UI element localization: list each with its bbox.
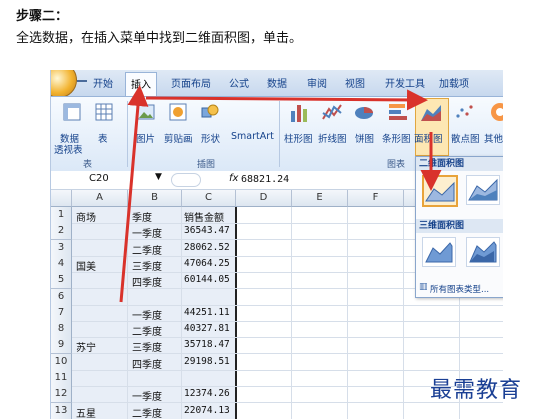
annotation-arrows <box>119 85 442 303</box>
excel-screenshot: 开始 插入 页面布局 公式 数据 审阅 视图 开发工具 加载项 数据 透视表 表… <box>50 70 503 419</box>
watermark: 最需教育 <box>430 378 523 403</box>
arrow-to-insert-tab <box>119 85 149 303</box>
step-description: 全选数据，在插入菜单中找到二维面积图，单击。 <box>16 31 303 46</box>
arrow-to-area-chart <box>145 89 428 111</box>
step-title: 步骤二： <box>16 9 69 24</box>
